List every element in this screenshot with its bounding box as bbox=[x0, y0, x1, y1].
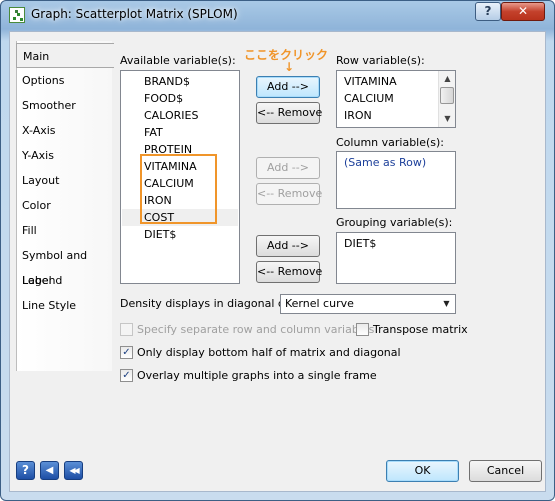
list-item[interactable]: DIET$ bbox=[338, 235, 454, 252]
tab-layout[interactable]: Layout bbox=[16, 168, 114, 193]
close-button[interactable]: ✕ bbox=[501, 2, 545, 21]
tab-y-axis[interactable]: Y-Axis bbox=[16, 143, 114, 168]
tab-x-axis[interactable]: X-Axis bbox=[16, 118, 114, 143]
checkbox-label: Only display bottom half of matrix and d… bbox=[137, 346, 401, 359]
ok-button[interactable]: OK bbox=[386, 460, 459, 482]
tab-list: Main Options Smoother X-Axis Y-Axis Layo… bbox=[16, 41, 119, 371]
dialog-client-area: Main Options Smoother X-Axis Y-Axis Layo… bbox=[9, 31, 546, 492]
title-bar: Graph: Scatterplot Matrix (SPLOM) ? ✕ bbox=[1, 1, 554, 29]
checkbox-label: Specify separate row and column variable… bbox=[137, 323, 375, 336]
row-variables-list[interactable]: VITAMINA CALCIUM IRON ▲ ▼ bbox=[336, 70, 456, 128]
tab-fill[interactable]: Fill bbox=[16, 218, 114, 243]
checkmark-icon[interactable]: ✓ bbox=[120, 345, 133, 359]
scatterplot-app-icon bbox=[9, 7, 25, 23]
checkbox-box[interactable] bbox=[356, 322, 369, 336]
tab-options[interactable]: Options bbox=[16, 68, 114, 93]
list-item[interactable]: FOOD$ bbox=[122, 90, 238, 107]
row-list-scrollbar[interactable]: ▲ ▼ bbox=[438, 71, 455, 127]
cancel-button[interactable]: Cancel bbox=[469, 460, 542, 482]
tab-symbol-and-label[interactable]: Symbol and Label bbox=[16, 243, 114, 287]
scroll-thumb[interactable] bbox=[440, 87, 454, 104]
available-variables-label: Available variable(s): bbox=[120, 54, 236, 67]
list-item[interactable]: DIET$ bbox=[122, 226, 238, 243]
tab-legend[interactable]: Legend bbox=[16, 268, 114, 293]
checkbox-box[interactable] bbox=[120, 322, 133, 336]
annotation-arrow-icon: ↓ bbox=[284, 60, 295, 74]
list-item[interactable]: IRON bbox=[338, 107, 454, 124]
tab-line-style[interactable]: Line Style bbox=[16, 293, 114, 318]
scroll-up-icon[interactable]: ▲ bbox=[440, 71, 455, 86]
list-item[interactable]: CALCIUM bbox=[338, 90, 454, 107]
column-variables-list[interactable]: (Same as Row) bbox=[336, 151, 456, 209]
dialog-window: Graph: Scatterplot Matrix (SPLOM) ? ✕ Ma… bbox=[0, 0, 555, 501]
list-item[interactable]: BRAND$ bbox=[122, 73, 238, 90]
separate-row-column-checkbox[interactable]: Specify separate row and column variable… bbox=[120, 322, 375, 339]
help-title-button[interactable]: ? bbox=[475, 2, 501, 21]
list-item[interactable]: VITAMINA bbox=[338, 73, 454, 90]
row-add-button[interactable]: Add --> bbox=[256, 76, 320, 98]
column-variables-label: Column variable(s): bbox=[336, 136, 445, 149]
back-icon[interactable]: ◀ bbox=[40, 461, 59, 480]
checkmark-icon[interactable]: ✓ bbox=[120, 368, 133, 382]
highlight-annotation-box bbox=[140, 154, 217, 224]
list-item[interactable]: FAT bbox=[122, 124, 238, 141]
overlay-graphs-checkbox[interactable]: ✓ Overlay multiple graphs into a single f… bbox=[120, 368, 377, 385]
grouping-remove-button[interactable]: <-- Remove bbox=[256, 261, 322, 283]
row-remove-button[interactable]: <-- Remove bbox=[256, 102, 322, 124]
grouping-variables-list[interactable]: DIET$ bbox=[336, 232, 456, 284]
transpose-matrix-checkbox[interactable]: Transpose matrix bbox=[356, 322, 468, 339]
main-tab-panel: Available variable(s): BRAND$ FOOD$ CALO… bbox=[114, 42, 537, 482]
help-icon[interactable]: ? bbox=[16, 461, 35, 480]
density-select[interactable]: Kernel curve ▼ bbox=[280, 294, 456, 314]
column-remove-button[interactable]: <-- Remove bbox=[256, 183, 322, 205]
grouping-variables-label: Grouping variable(s): bbox=[336, 216, 453, 229]
checkbox-label: Overlay multiple graphs into a single fr… bbox=[137, 369, 377, 382]
grouping-add-button[interactable]: Add --> bbox=[256, 235, 320, 257]
tab-main[interactable]: Main bbox=[16, 43, 119, 68]
list-item[interactable]: CALORIES bbox=[122, 107, 238, 124]
row-variables-label: Row variable(s): bbox=[336, 54, 425, 67]
density-select-value: Kernel curve bbox=[285, 297, 354, 310]
bottom-half-checkbox[interactable]: ✓ Only display bottom half of matrix and … bbox=[120, 345, 401, 362]
tab-smoother[interactable]: Smoother bbox=[16, 93, 114, 118]
list-item[interactable]: (Same as Row) bbox=[338, 154, 454, 171]
density-label: Density displays in diagonal cells: bbox=[120, 297, 307, 310]
tab-color[interactable]: Color bbox=[16, 193, 114, 218]
chevron-down-icon: ▼ bbox=[443, 299, 450, 308]
column-add-button[interactable]: Add --> bbox=[256, 157, 320, 179]
rewind-icon[interactable]: ◀◀ bbox=[64, 461, 83, 480]
checkbox-label: Transpose matrix bbox=[373, 323, 468, 336]
window-title: Graph: Scatterplot Matrix (SPLOM) bbox=[31, 7, 238, 21]
scroll-down-icon[interactable]: ▼ bbox=[440, 111, 455, 126]
